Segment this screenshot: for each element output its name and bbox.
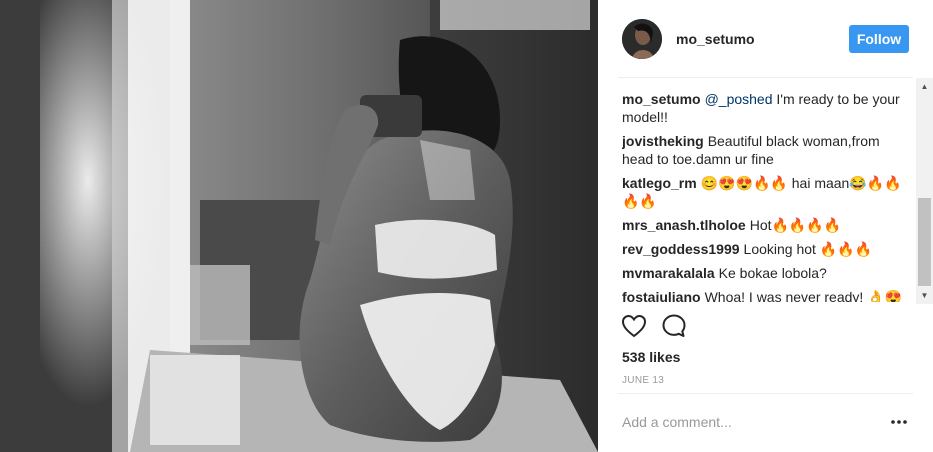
comment-text: Whoa! I was never ready! 👌😍	[704, 289, 903, 302]
like-button[interactable]	[620, 312, 648, 340]
post-image	[0, 0, 598, 452]
comment-item: mrs_anash.tlholoe Hot🔥🔥🔥🔥	[622, 216, 912, 234]
more-options-button[interactable]	[889, 412, 909, 432]
comment-list: mo_setumo @_poshed I'm ready to be your m…	[622, 90, 912, 302]
heart-icon	[621, 314, 647, 338]
comment-text: Ke bokae lobola?	[718, 265, 827, 281]
add-comment-input[interactable]	[622, 407, 872, 437]
comment-item: mvmarakalala Ke bokae lobola?	[622, 264, 912, 282]
likes-count[interactable]: 538 likes	[622, 349, 680, 365]
post-photo[interactable]	[0, 0, 598, 452]
comment-username[interactable]: mrs_anash.tlholoe	[622, 217, 746, 233]
comment-username[interactable]: rev_goddess1999	[622, 241, 740, 257]
avatar-image	[622, 19, 662, 59]
post-header: mo_setumo Follow	[598, 0, 933, 78]
comment-item: fostajuliano Whoa! I was never ready! 👌😍	[622, 288, 912, 302]
footer-divider	[618, 393, 913, 394]
comment-username[interactable]: jovistheking	[622, 133, 704, 149]
comment-username[interactable]: fostajuliano	[622, 289, 701, 302]
post-sidebar: mo_setumo Follow mo_setumo @_poshed I'm r…	[598, 0, 933, 452]
scrollbar-thumb[interactable]	[918, 198, 931, 286]
comment-mention[interactable]: @_poshed	[705, 91, 773, 107]
comment-item: mo_setumo @_poshed I'm ready to be your m…	[622, 90, 912, 126]
post-date[interactable]: JUNE 13	[622, 375, 664, 386]
comment-item: rev_goddess1999 Looking hot 🔥🔥🔥	[622, 240, 912, 258]
more-options-icon	[891, 420, 907, 424]
comment-text: Hot🔥🔥🔥🔥	[749, 217, 842, 233]
comment-button[interactable]	[660, 312, 688, 340]
post-actions	[598, 312, 933, 342]
comment-bubble-icon	[662, 314, 686, 337]
comment-item: katlego_rm 😊😍😍🔥🔥 hai maan😂🔥🔥🔥🔥	[622, 174, 912, 210]
comment-username[interactable]: mo_setumo	[622, 91, 701, 107]
comments-scrollbar[interactable]: ▲ ▼	[916, 78, 933, 304]
comment-text: Looking hot 🔥🔥🔥	[743, 241, 873, 257]
header-divider	[618, 77, 913, 78]
scroll-up-arrow-icon[interactable]: ▲	[916, 78, 933, 95]
scroll-down-arrow-icon[interactable]: ▼	[916, 287, 933, 304]
comment-item: jovistheking Beautiful black woman,from h…	[622, 132, 912, 168]
avatar[interactable]	[622, 19, 662, 59]
header-username[interactable]: mo_setumo	[676, 31, 755, 47]
comment-username[interactable]: mvmarakalala	[622, 265, 715, 281]
follow-button[interactable]: Follow	[849, 25, 909, 53]
comment-username[interactable]: katlego_rm	[622, 175, 697, 191]
